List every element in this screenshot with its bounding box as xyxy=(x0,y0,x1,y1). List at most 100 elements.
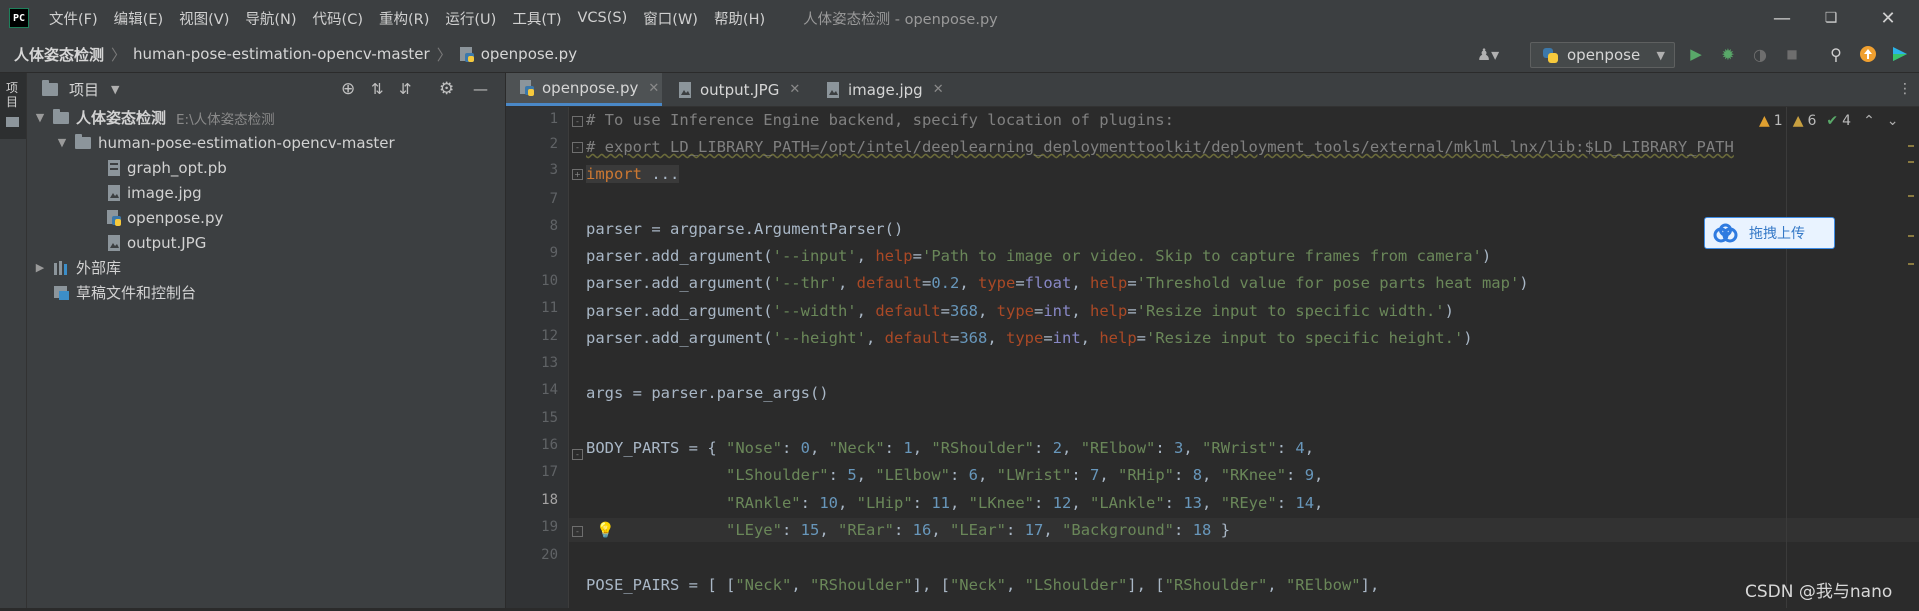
menu-refactor[interactable]: 重构(R) xyxy=(379,8,429,29)
run-icon[interactable]: ▶ xyxy=(1686,44,1706,64)
folder-icon xyxy=(75,133,91,149)
close-icon[interactable]: ✕ xyxy=(789,82,800,97)
line-number: 14 xyxy=(541,382,558,398)
weak-warning-count: 6 xyxy=(1807,113,1817,129)
expand-all-icon[interactable]: ⇅ xyxy=(371,80,384,98)
project-panel-title[interactable]: 项目 xyxy=(69,79,99,100)
scratch-console-icon xyxy=(54,285,69,300)
restore-icon[interactable]: ❏ xyxy=(1808,0,1854,36)
window-title: 人体姿态检测 - openpose.py xyxy=(803,11,998,28)
debug-icon[interactable]: ✹ xyxy=(1718,44,1738,64)
tree-item-folder[interactable]: ▼ human-pose-estimation-opencv-master xyxy=(55,130,395,155)
code-line: POSE_PAIRS = [ ["Neck", "RShoulder"], ["… xyxy=(586,576,1380,594)
tree-item-file[interactable]: image.jpg xyxy=(107,180,202,205)
watermark: CSDN @我与nano xyxy=(1745,582,1893,602)
plugin-icon[interactable] xyxy=(1890,44,1910,64)
breadcrumb-project[interactable]: 人体姿态检测 xyxy=(14,44,104,65)
breadcrumb-folder[interactable]: human-pose-estimation-opencv-master xyxy=(133,45,430,63)
fold-marker-icon[interactable]: - xyxy=(572,526,583,537)
project-tool-tab[interactable]: 项目 xyxy=(0,73,26,139)
drag-upload-label: 拖拽上传 xyxy=(1749,226,1805,242)
close-icon[interactable]: ✕ xyxy=(1865,0,1911,36)
close-icon[interactable]: ✕ xyxy=(933,82,944,97)
menu-file[interactable]: 文件(F) xyxy=(49,8,98,29)
menu-view[interactable]: 视图(V) xyxy=(179,8,229,29)
chevron-down-icon[interactable]: ⌄ xyxy=(1887,113,1899,129)
chevron-down-icon[interactable]: ▼ xyxy=(111,83,119,96)
tree-item-label: openpose.py xyxy=(127,208,224,227)
fold-marker-icon[interactable]: - xyxy=(572,142,583,153)
menu-help[interactable]: 帮助(H) xyxy=(714,8,765,29)
ok-count: 4 xyxy=(1842,113,1852,129)
tree-item-label: image.jpg xyxy=(127,183,202,202)
menu-vcs[interactable]: VCS(S) xyxy=(578,10,628,26)
menu-edit[interactable]: 编辑(E) xyxy=(114,8,163,29)
menu-tools[interactable]: 工具(T) xyxy=(512,8,561,29)
tree-item-scratches[interactable]: 草稿文件和控制台 xyxy=(53,280,196,305)
weak-warning-icon: ▲ xyxy=(1792,113,1804,129)
stop-icon[interactable]: ■ xyxy=(1782,44,1802,64)
line-number: 8 xyxy=(549,218,558,234)
tab-output-jpg[interactable]: output.JPG ✕ xyxy=(662,73,810,106)
fold-marker-icon[interactable]: - xyxy=(572,449,583,460)
tab-openpose-py[interactable]: openpose.py ✕ xyxy=(506,73,662,106)
image-file-icon xyxy=(679,81,691,98)
code-line: parser.add_argument('--thr', default=0.2… xyxy=(586,274,1529,292)
chevron-up-icon[interactable]: ⌃ xyxy=(1863,113,1875,129)
menu-run[interactable]: 运行(U) xyxy=(445,8,496,29)
more-tabs-icon[interactable]: ⋮ xyxy=(1898,81,1912,97)
python-file-icon xyxy=(459,47,474,62)
code-line: "LShoulder": 5, "LElbow": 6, "LWrist": 7… xyxy=(725,466,1324,484)
code-editor[interactable]: 1 2 3 7 8 9 10 11 12 13 14 15 16 17 18 1… xyxy=(506,107,1919,608)
breadcrumb-file[interactable]: openpose.py xyxy=(481,45,577,63)
tree-item-external-libraries[interactable]: ▶ 外部库 xyxy=(33,255,121,280)
tree-item-file[interactable]: graph_opt.pb xyxy=(107,155,227,180)
warning-count: 1 xyxy=(1773,113,1783,129)
coverage-icon[interactable]: ◑ xyxy=(1750,44,1770,64)
locate-icon[interactable]: ⊕ xyxy=(341,79,355,99)
close-icon[interactable]: ✕ xyxy=(648,81,659,96)
line-number: 17 xyxy=(541,464,558,480)
scrollbar[interactable] xyxy=(1908,115,1914,611)
tree-item-file[interactable]: output.JPG xyxy=(107,230,206,255)
right-margin-guide xyxy=(1786,107,1787,608)
line-number: 13 xyxy=(541,355,558,371)
tree-item-label: output.JPG xyxy=(127,233,207,252)
tab-image-jpg[interactable]: image.jpg ✕ xyxy=(810,73,950,106)
hide-icon[interactable]: — xyxy=(473,80,488,98)
drag-upload-button[interactable]: 拖拽上传 xyxy=(1704,217,1835,249)
run-configuration-select[interactable]: openpose ▼ xyxy=(1530,42,1675,68)
line-number: 12 xyxy=(541,328,558,344)
chevron-down-icon[interactable]: ▼ xyxy=(33,111,47,124)
code-line: parser = argparse.ArgumentParser() xyxy=(586,220,904,238)
editor-tabs: openpose.py ✕ output.JPG ✕ image.jpg ✕ ⋮ xyxy=(506,73,1919,107)
fold-marker-icon[interactable]: - xyxy=(572,116,583,127)
fold-marker-icon[interactable]: + xyxy=(572,169,583,180)
tree-item-file[interactable]: openpose.py xyxy=(107,205,223,230)
tab-label: output.JPG xyxy=(700,80,780,99)
tree-item-path-hint: E:\人体姿态检测 xyxy=(176,111,275,128)
check-icon: ✔ xyxy=(1826,113,1839,129)
menu-code[interactable]: 代码(C) xyxy=(313,8,363,29)
search-icon[interactable]: ⚲ xyxy=(1826,44,1846,64)
folder-icon xyxy=(6,117,19,127)
chevron-down-icon[interactable]: ▼ xyxy=(55,136,69,149)
library-icon xyxy=(54,260,67,275)
code-line: import ... xyxy=(586,165,680,183)
folder-icon xyxy=(53,108,69,124)
inspection-widget[interactable]: ▲ 1 ▲ 6 ✔ 4 ⌃ ⌄ xyxy=(1759,113,1899,129)
line-number: 20 xyxy=(541,547,558,563)
menu-window[interactable]: 窗口(W) xyxy=(643,8,698,29)
tree-item-project-root[interactable]: ▼ 人体姿态检测 E:\人体姿态检测 xyxy=(33,105,275,130)
image-file-icon xyxy=(108,234,120,251)
navigation-bar: 人体姿态检测 〉 human-pose-estimation-opencv-ma… xyxy=(0,36,1919,73)
update-icon[interactable] xyxy=(1858,44,1878,64)
python-icon xyxy=(1543,48,1558,63)
menu-navigate[interactable]: 导航(N) xyxy=(245,8,296,29)
minimize-icon[interactable]: — xyxy=(1759,0,1805,36)
user-icon[interactable]: ♟▾ xyxy=(1477,44,1499,64)
gear-icon[interactable]: ⚙ xyxy=(439,79,454,99)
collapse-all-icon[interactable]: ⇵ xyxy=(399,80,412,98)
chevron-right-icon[interactable]: ▶ xyxy=(33,261,47,274)
warning-icon: ▲ xyxy=(1759,113,1770,129)
